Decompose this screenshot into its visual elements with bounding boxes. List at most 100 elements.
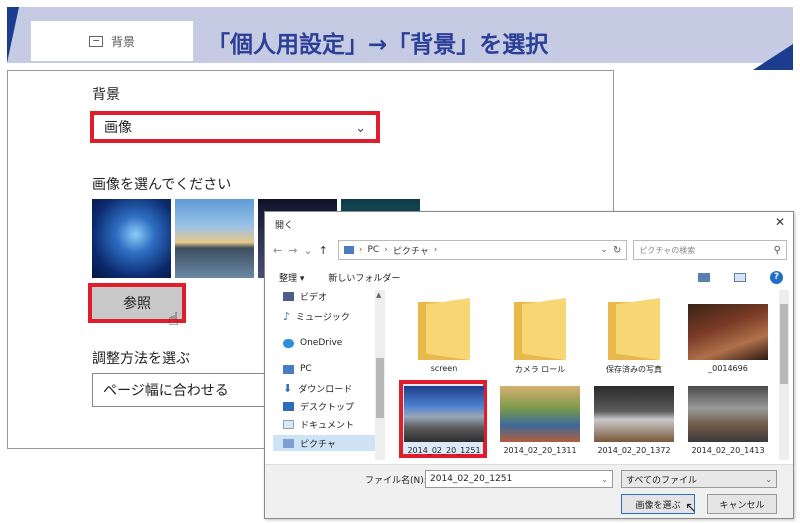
cancel-button[interactable]: キャンセル — [707, 494, 777, 514]
file-name: 2014_02_20_1311 — [503, 446, 577, 455]
dialog-title: 開く — [275, 221, 294, 231]
desktop-icon — [283, 402, 294, 411]
file-item-photo[interactable]: 2014_02_20_1311 — [495, 386, 585, 455]
chevron-right-icon: › — [384, 245, 388, 255]
new-folder-button[interactable]: 新しいフォルダー — [328, 271, 400, 284]
chevron-right-icon: › — [433, 245, 438, 255]
sidebar-item-label: ドキュメント — [300, 421, 355, 431]
preview-pane-icon[interactable] — [734, 272, 746, 282]
pc-icon — [283, 364, 294, 374]
file-name: カメラ ロール — [514, 365, 566, 374]
file-item-photo-selected[interactable]: 2014_02_20_1251 — [399, 386, 489, 455]
download-icon: ⬇ — [283, 382, 293, 395]
file-item-photo[interactable]: 2014_02_20_1413 — [683, 386, 773, 455]
chevron-down-icon: ⌄ — [355, 121, 366, 136]
choose-image-button[interactable]: 画像を選ぶ — [621, 494, 695, 514]
background-label: 背景 — [92, 87, 120, 103]
search-icon: ⚲ — [773, 244, 781, 256]
photo-thumbnail — [500, 386, 580, 442]
sidebar-item-music[interactable]: ♪ ミュージック — [283, 310, 350, 323]
fit-select[interactable]: ページ幅に合わせる — [92, 373, 292, 407]
file-item-photo[interactable]: _0014696 — [683, 304, 773, 373]
refresh-icon[interactable]: ↻ — [613, 245, 621, 256]
file-name: _0014696 — [708, 364, 748, 373]
pictures-icon — [283, 438, 294, 448]
up-arrow-icon[interactable]: ↑ — [319, 244, 328, 257]
navigation-scrollbar[interactable]: ▲ — [375, 290, 385, 460]
video-icon — [283, 292, 294, 301]
chevron-right-icon: › — [358, 245, 363, 255]
sidebar-item-videos[interactable]: ビデオ — [283, 290, 327, 303]
choose-image-label: 画像を選んでください — [92, 177, 232, 193]
banner-stripe-decoration — [753, 44, 793, 70]
photo-thumbnail — [404, 386, 484, 442]
path-folder[interactable]: ピクチャ — [393, 244, 429, 257]
sidebar-item-label: デスクトップ — [300, 403, 355, 413]
hand-cursor-icon: ☝ — [168, 309, 179, 330]
open-file-dialog: 開く ✕ ← → ⌄ ↑ › PC › ピクチャ › ⌄ ↻ ピクチャの検索 ⚲… — [264, 211, 794, 519]
sidebar-item-label: OneDrive — [300, 338, 343, 348]
fit-label: 調整方法を選ぶ — [92, 351, 190, 367]
sidebar-item-label: ビデオ — [300, 293, 328, 303]
address-bar[interactable]: › PC › ピクチャ › ⌄ ↻ — [337, 240, 628, 260]
sidebar-item-label: ミュージック — [296, 313, 350, 323]
path-pc[interactable]: PC — [367, 245, 379, 255]
music-icon: ♪ — [283, 310, 291, 323]
file-item-folder[interactable]: 保存済みの写真 — [589, 298, 679, 375]
scrollbar-thumb[interactable] — [780, 304, 788, 384]
navigation-bar: ← → ⌄ ↑ › PC › ピクチャ › ⌄ ↻ ピクチャの検索 ⚲ — [273, 239, 787, 261]
filetype-value: すべてのファイル — [626, 475, 698, 486]
sidebar-item-documents[interactable]: ドキュメント — [283, 418, 354, 431]
image-thumbnail[interactable] — [175, 199, 254, 278]
chevron-down-icon[interactable]: ⌄ — [600, 245, 608, 255]
recent-dropdown-icon[interactable]: ⌄ — [303, 244, 312, 257]
navigation-pane: ビデオ ♪ ミュージック OneDrive PC ⬇ ダウンロード デスクトップ… — [273, 290, 388, 460]
file-item-folder[interactable]: カメラ ロール — [495, 298, 585, 375]
document-icon — [283, 420, 294, 429]
file-list: screen カメラ ロール 保存済みの写真 _0014696 2014_02_… — [399, 298, 779, 464]
background-type-value: 画像 — [104, 120, 132, 136]
filename-label: ファイル名(N): — [365, 476, 427, 486]
cloud-icon — [283, 338, 294, 348]
chevron-down-icon[interactable]: ⌄ — [601, 475, 608, 484]
file-name: 2014_02_20_1372 — [597, 446, 671, 455]
dialog-footer: ファイル名(N): 2014_02_20_1251 ⌄ すべてのファイル ⌄ 画… — [265, 464, 793, 518]
view-options-icon[interactable] — [698, 272, 710, 282]
photo-thumbnail — [594, 386, 674, 442]
search-input[interactable]: ピクチャの検索 ⚲ — [633, 240, 787, 260]
filename-value: 2014_02_20_1251 — [430, 474, 513, 484]
photo-thumbnail — [688, 304, 768, 360]
image-thumbnail[interactable] — [92, 199, 171, 278]
photo-thumbnail — [688, 386, 768, 442]
sidebar-item-desktop[interactable]: デスクトップ — [283, 400, 354, 413]
file-item-folder[interactable]: screen — [399, 298, 489, 373]
pointer-cursor-icon: ↖ — [685, 500, 697, 516]
scrollbar-thumb[interactable] — [376, 358, 384, 418]
sidebar-item-label: ダウンロード — [298, 385, 353, 395]
file-list-scrollbar[interactable] — [779, 290, 789, 460]
folder-icon — [514, 298, 566, 360]
folder-icon — [608, 298, 660, 360]
sidebar-item-downloads[interactable]: ⬇ ダウンロード — [283, 382, 352, 395]
filename-input[interactable]: 2014_02_20_1251 ⌄ — [425, 470, 613, 488]
help-icon[interactable]: ? — [770, 270, 783, 284]
background-type-select[interactable]: 画像 ⌄ — [90, 111, 380, 143]
sidebar-item-pictures[interactable]: ピクチャ — [273, 435, 375, 451]
back-arrow-icon[interactable]: ← — [273, 244, 282, 257]
close-icon[interactable]: ✕ — [775, 215, 785, 229]
pc-icon — [343, 246, 354, 254]
sidebar-item-label: ピクチャ — [300, 439, 336, 450]
file-item-photo[interactable]: 2014_02_20_1372 — [589, 386, 679, 455]
filetype-select[interactable]: すべてのファイル ⌄ — [621, 470, 777, 488]
forward-arrow-icon[interactable]: → — [288, 244, 297, 257]
sidebar-item-label: PC — [300, 364, 312, 374]
file-name: 2014_02_20_1413 — [691, 446, 765, 455]
banner-corner-decoration — [7, 7, 19, 63]
search-placeholder: ピクチャの検索 — [639, 245, 696, 255]
file-name: screen — [430, 364, 458, 373]
sidebar-item-onedrive[interactable]: OneDrive — [283, 338, 342, 348]
chip-label: 背景 — [110, 34, 135, 49]
sidebar-item-pc[interactable]: PC — [283, 364, 312, 374]
organize-button[interactable]: 整理 ▾ — [279, 271, 304, 284]
scroll-up-icon[interactable]: ▲ — [376, 291, 381, 299]
